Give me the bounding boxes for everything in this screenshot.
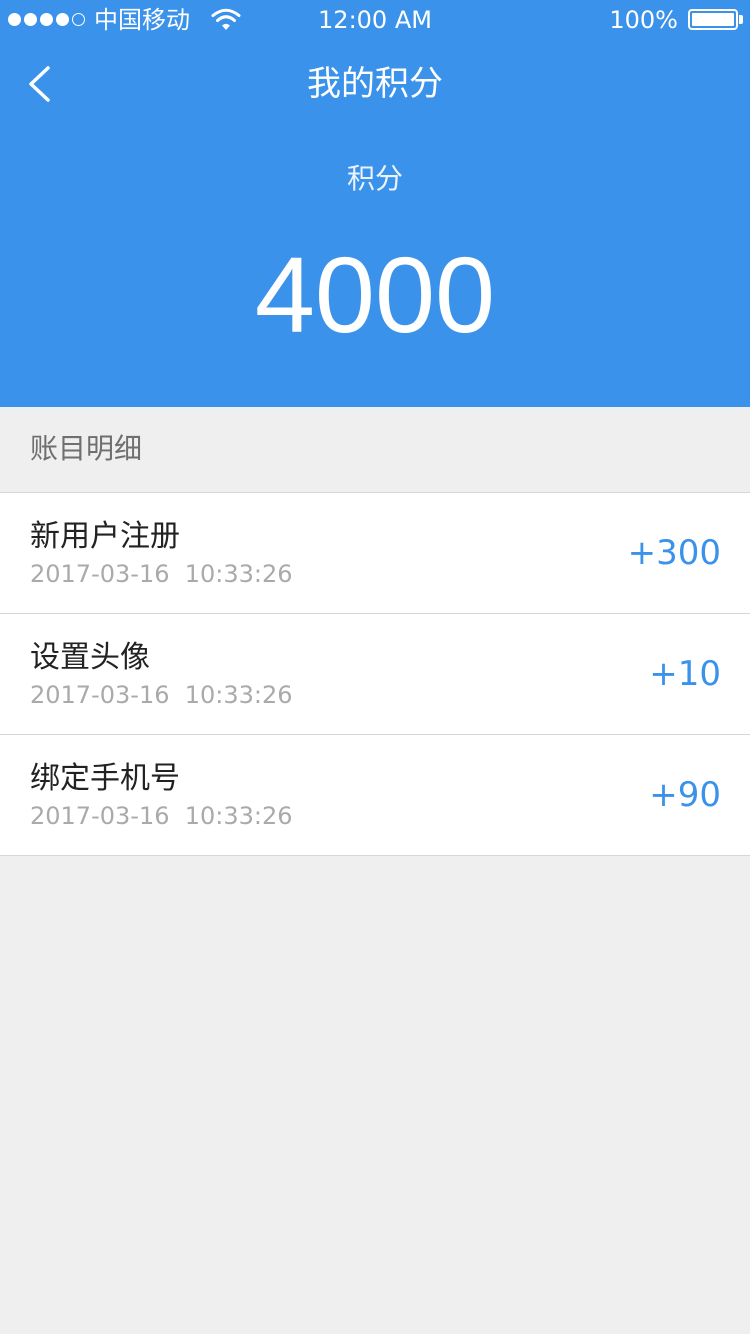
screen: 中国移动 12:00 AM 100% 我的积分 积分 4000 账目明细 新用户… bbox=[0, 0, 750, 1334]
battery-tip bbox=[739, 15, 743, 24]
record-time: 2017-03-16 10:33:26 bbox=[30, 802, 293, 830]
points-label: 积分 bbox=[346, 162, 403, 195]
list-item[interactable]: 绑定手机号 2017-03-16 10:33:26 +90 bbox=[0, 735, 750, 856]
battery-icon bbox=[688, 9, 738, 30]
record-time: 2017-03-16 10:33:26 bbox=[30, 560, 293, 588]
section-title: 账目明细 bbox=[30, 432, 143, 465]
list-item[interactable]: 设置头像 2017-03-16 10:33:26 +10 bbox=[0, 614, 750, 735]
record-amount: +300 bbox=[627, 533, 721, 573]
record-title: 绑定手机号 bbox=[30, 761, 180, 796]
record-time: 2017-03-16 10:33:26 bbox=[30, 681, 293, 709]
page-title: 我的积分 bbox=[307, 64, 443, 104]
header-panel: 中国移动 12:00 AM 100% 我的积分 积分 4000 bbox=[0, 0, 750, 407]
points-value: 4000 bbox=[254, 234, 496, 355]
records-list: 新用户注册 2017-03-16 10:33:26 +300 设置头像 2017… bbox=[0, 492, 750, 856]
battery-percentage: 100% bbox=[609, 6, 678, 34]
record-amount: +10 bbox=[649, 654, 721, 694]
status-bar: 中国移动 12:00 AM 100% bbox=[0, 0, 750, 40]
record-title: 新用户注册 bbox=[30, 519, 180, 554]
record-amount: +90 bbox=[649, 775, 721, 815]
battery-level bbox=[692, 13, 734, 26]
list-item[interactable]: 新用户注册 2017-03-16 10:33:26 +300 bbox=[0, 493, 750, 614]
record-title: 设置头像 bbox=[30, 640, 150, 675]
